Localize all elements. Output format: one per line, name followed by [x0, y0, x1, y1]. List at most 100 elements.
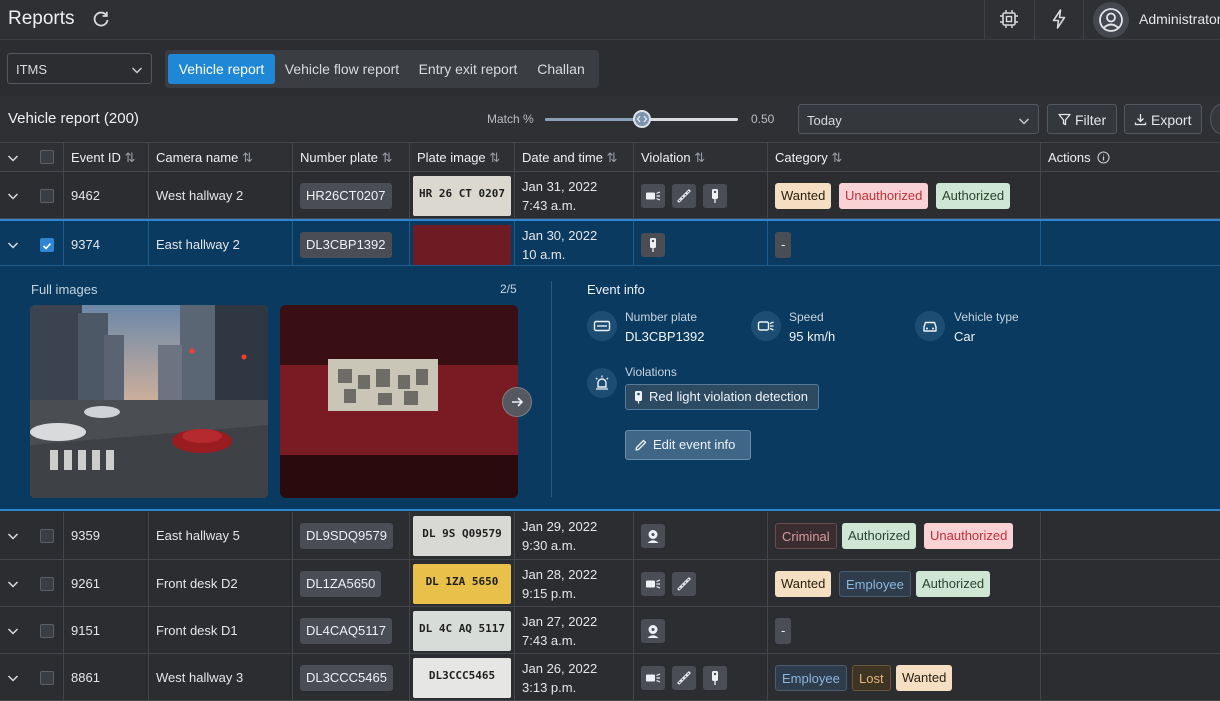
row-checkbox[interactable]: [40, 238, 54, 252]
plate-zoom-image[interactable]: [280, 305, 518, 498]
driver-icon: [647, 625, 659, 638]
date-range-select[interactable]: Today: [798, 104, 1039, 134]
column-divider: [63, 221, 64, 268]
chevron-down-icon[interactable]: [7, 152, 19, 164]
violation-redlight-badge[interactable]: [703, 666, 727, 690]
column-header-violation[interactable]: Violation ⇅: [641, 150, 705, 166]
column-divider: [63, 172, 64, 219]
expand-row-chevron-icon[interactable]: [7, 578, 19, 590]
export-button[interactable]: Export: [1124, 104, 1202, 134]
scene-image[interactable]: [30, 305, 268, 498]
column-header-category[interactable]: Category ⇅: [775, 150, 842, 166]
filter-button[interactable]: Filter: [1047, 104, 1117, 134]
violation-redlight-badge[interactable]: [703, 184, 727, 208]
table-row[interactable]: 9462 West hallway 2 HR26CT0207 HR 26 CT 020…: [0, 172, 1220, 219]
column-header-plate-image[interactable]: Plate image ⇅: [417, 150, 500, 166]
column-label: Category: [775, 150, 828, 165]
violation-redlight-badge[interactable]: [641, 233, 665, 257]
column-divider: [148, 221, 149, 268]
expand-row-chevron-icon[interactable]: [7, 672, 19, 684]
event-id-cell: 8861: [71, 670, 100, 685]
violation-driver-badge[interactable]: [641, 619, 665, 643]
category-badge: Wanted: [775, 571, 832, 597]
row-checkbox[interactable]: [40, 671, 54, 685]
more-button[interactable]: [1210, 104, 1220, 134]
report-tabs: Vehicle report Vehicle flow report Entry…: [165, 50, 599, 88]
table-row[interactable]: 9151 Front desk D1 DL4CAQ5117 DL 4C AQ 5117…: [0, 607, 1220, 654]
plate-thumbnail[interactable]: DL 9S Q09579: [413, 516, 511, 556]
seatbelt-icon: [677, 189, 691, 203]
match-slider-fill: [545, 118, 642, 121]
match-slider-handle[interactable]: [632, 110, 651, 128]
expand-row-chevron-icon[interactable]: [7, 239, 19, 251]
violation-speed-badge[interactable]: [641, 572, 665, 596]
date-cell: Jan 26, 2022: [522, 661, 598, 676]
match-slider[interactable]: [545, 110, 738, 128]
camera-name-cell: Front desk D1: [156, 623, 238, 638]
violation-seatbelt-badge[interactable]: [672, 572, 696, 596]
select-all-checkbox[interactable]: [40, 150, 54, 164]
plate-thumbnail[interactable]: HR 26 CT 0207: [413, 176, 511, 216]
drag-arrows-icon: [636, 115, 647, 123]
avatar[interactable]: [1093, 2, 1129, 38]
plate-thumbnail-text: HR 26 CT 0207: [418, 187, 506, 200]
tab-challan[interactable]: Challan: [529, 54, 593, 84]
expand-row-chevron-icon[interactable]: [7, 190, 19, 202]
row-checkbox[interactable]: [40, 529, 54, 543]
row-checkbox[interactable]: [40, 577, 54, 591]
processor-icon[interactable]: [998, 8, 1020, 30]
edit-event-info-label: Edit event info: [653, 437, 736, 452]
column-divider: [63, 512, 64, 560]
column-divider: [767, 654, 768, 701]
table-row[interactable]: 8861 West hallway 3 DL3CCC5465 DL3CCC5465 Ja…: [0, 654, 1220, 701]
license-plate-icon: [593, 320, 611, 332]
next-image-button[interactable]: [502, 387, 532, 417]
violation-speed-badge[interactable]: [641, 666, 665, 690]
expand-row-chevron-icon[interactable]: [7, 625, 19, 637]
system-select[interactable]: ITMS: [7, 53, 152, 84]
column-header-date-time[interactable]: Date and time ⇅: [522, 150, 617, 166]
tab-entry-exit-report[interactable]: Entry exit report: [410, 54, 526, 84]
plate-thumbnail[interactable]: [413, 225, 511, 265]
event-info-label: Event info: [587, 282, 645, 297]
violation-driver-badge[interactable]: [641, 524, 665, 548]
column-header-event-id[interactable]: Event ID ⇅: [71, 150, 135, 166]
expanded-event-panel: Full images 2/5 Event info Number plate …: [0, 266, 1220, 511]
tab-vehicle-flow-report[interactable]: Vehicle flow report: [277, 54, 407, 84]
expand-row-chevron-icon[interactable]: [7, 530, 19, 542]
plate-thumbnail[interactable]: DL 1ZA 5650: [413, 564, 511, 604]
date-cell: Jan 28, 2022: [522, 567, 598, 582]
column-header-number-plate[interactable]: Number plate ⇅: [300, 150, 393, 166]
seatbelt-icon: [677, 577, 691, 591]
column-divider: [148, 512, 149, 560]
speed-camera-icon: [757, 321, 774, 331]
row-checkbox[interactable]: [40, 624, 54, 638]
refresh-icon[interactable]: [92, 10, 110, 28]
violation-seatbelt-badge[interactable]: [672, 184, 696, 208]
plate-thumbnail[interactable]: DL3CCC5465: [413, 658, 511, 698]
row-checkbox[interactable]: [40, 189, 54, 203]
number-plate-tag: DL3CBP1392: [300, 232, 392, 258]
filter-label: Filter: [1075, 112, 1107, 128]
full-images-label: Full images: [31, 282, 98, 297]
column-header-camera-name[interactable]: Camera name ⇅: [156, 150, 253, 166]
traffic-light-icon: [635, 391, 642, 404]
plate-thumbnail[interactable]: DL 4C AQ 5117: [413, 611, 511, 651]
lightning-icon[interactable]: [1048, 8, 1070, 30]
table-row[interactable]: 9359 East hallway 5 DL9SDQ9579 DL 9S Q09579…: [0, 512, 1220, 560]
pencil-icon: [635, 439, 647, 451]
tab-vehicle-report[interactable]: Vehicle report: [168, 54, 275, 84]
category-badge: Authorized: [842, 523, 917, 549]
camera-name-cell: East hallway 2: [156, 237, 240, 252]
edit-event-info-button[interactable]: Edit event info: [625, 430, 751, 460]
table-row[interactable]: 9261 Front desk D2 DL1ZA5650 DL 1ZA 5650 Jan…: [0, 560, 1220, 607]
violation-seatbelt-badge[interactable]: [672, 666, 696, 690]
column-divider: [633, 512, 634, 560]
user-name[interactable]: Administrator: [1139, 11, 1220, 27]
violation-speed-badge[interactable]: [641, 184, 665, 208]
event-id-cell: 9151: [71, 623, 100, 638]
column-label: Event ID: [71, 150, 121, 165]
info-icon[interactable]: [1097, 151, 1110, 164]
table-row[interactable]: 9374 East hallway 2 DL3CBP1392 Jan 30, 2022…: [0, 219, 1220, 268]
divider: [551, 281, 552, 497]
